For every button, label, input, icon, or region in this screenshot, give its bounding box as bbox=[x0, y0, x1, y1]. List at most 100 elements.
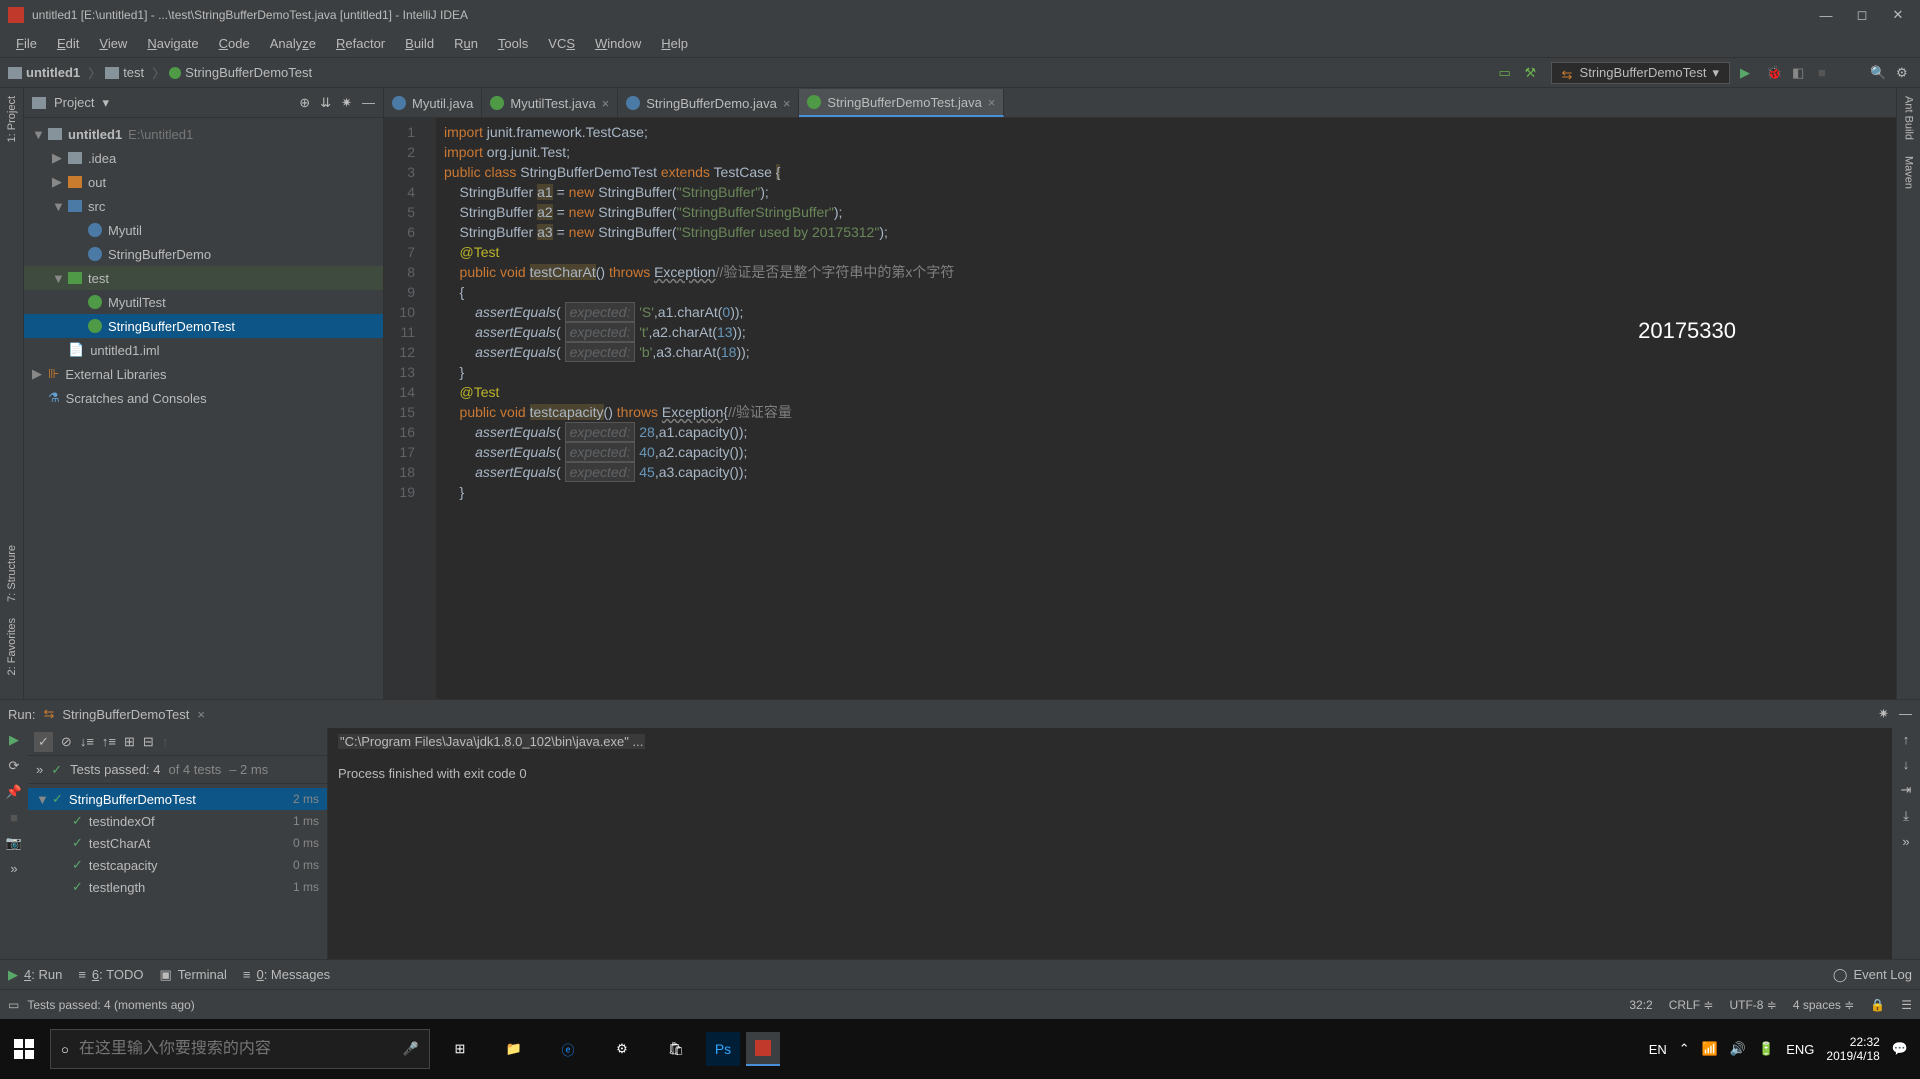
cancel-icon[interactable]: ⊘ bbox=[61, 734, 72, 750]
menu-analyze[interactable]: Analyze bbox=[262, 32, 324, 55]
menu-edit[interactable]: Edit bbox=[49, 32, 87, 55]
sort-icon2[interactable]: ↑≡ bbox=[102, 734, 116, 749]
stop-button[interactable]: ■ bbox=[10, 810, 18, 825]
tree-row[interactable]: 📄untitled1.iml bbox=[24, 338, 383, 362]
event-log[interactable]: Event Log bbox=[1853, 967, 1912, 982]
menu-icon[interactable]: ☰ bbox=[1901, 998, 1912, 1012]
run-button[interactable]: ▶ bbox=[1740, 65, 1756, 81]
breadcrumb-class[interactable]: StringBufferDemoTest bbox=[169, 65, 312, 80]
collapse-icon[interactable]: ⇊ bbox=[320, 95, 331, 111]
hide-icon[interactable]: — bbox=[1899, 706, 1912, 722]
encoding[interactable]: UTF-8 ≑ bbox=[1729, 998, 1776, 1012]
bottom-messages[interactable]: ≡0: Messages bbox=[243, 967, 330, 982]
bottom-run[interactable]: ▶4: Run bbox=[8, 967, 62, 983]
tool-favorites[interactable]: 2: Favorites bbox=[6, 618, 18, 675]
lang-indicator[interactable]: EN bbox=[1649, 1042, 1667, 1057]
screen-icon[interactable]: ▭ bbox=[1499, 65, 1515, 81]
taskview-icon[interactable]: ⊞ bbox=[436, 1025, 484, 1073]
down-arrow-icon[interactable]: ↓ bbox=[1903, 757, 1910, 772]
menu-refactor[interactable]: Refactor bbox=[328, 32, 393, 55]
tree-row[interactable]: StringBufferDemoTest bbox=[24, 314, 383, 338]
collapse-all-icon[interactable]: ⊟ bbox=[143, 734, 154, 750]
check-icon[interactable]: ✓ bbox=[34, 732, 53, 752]
sort-icon[interactable]: ↓≡ bbox=[80, 734, 94, 749]
wrap-icon[interactable]: ⇥ bbox=[1901, 782, 1912, 798]
tool-structure[interactable]: 7: Structure bbox=[6, 545, 18, 602]
editor-tab[interactable]: Myutil.java bbox=[384, 89, 482, 117]
intellij-icon[interactable] bbox=[746, 1032, 780, 1066]
lock-icon[interactable]: 🔒 bbox=[1870, 998, 1885, 1012]
test-row[interactable]: ✓testlength1 ms bbox=[28, 876, 327, 898]
tool-project[interactable]: 1: Project bbox=[6, 96, 18, 142]
search-icon[interactable]: 🔍 bbox=[1870, 65, 1886, 81]
run-tree[interactable]: ▼✓StringBufferDemoTest2 ms✓testindexOf1 … bbox=[28, 784, 327, 959]
event-log-icon[interactable]: ◯ bbox=[1833, 967, 1848, 983]
test-row[interactable]: ✓testindexOf1 ms bbox=[28, 810, 327, 832]
bottom-todo[interactable]: ≡6: TODO bbox=[78, 967, 143, 982]
tree-row[interactable]: ▼src bbox=[24, 194, 383, 218]
menu-run[interactable]: Run bbox=[446, 32, 486, 55]
ime-indicator[interactable]: ENG bbox=[1786, 1042, 1814, 1057]
tool-ant[interactable]: Ant Build bbox=[1903, 96, 1915, 140]
debug-button[interactable]: 🐞 bbox=[1766, 65, 1782, 81]
menu-help[interactable]: Help bbox=[653, 32, 696, 55]
start-button[interactable] bbox=[4, 1029, 44, 1069]
store-icon[interactable]: 🛍 bbox=[652, 1025, 700, 1073]
tree-row[interactable]: ▶⊪External Libraries bbox=[24, 362, 383, 386]
tree-row[interactable]: ▶.idea bbox=[24, 146, 383, 170]
editor-tab[interactable]: StringBufferDemoTest.java× bbox=[799, 89, 1004, 117]
caret-pos[interactable]: 32:2 bbox=[1629, 998, 1652, 1012]
tree-row[interactable]: ▶out bbox=[24, 170, 383, 194]
settings-icon[interactable]: ⚙ bbox=[1896, 65, 1912, 81]
coverage-button[interactable]: ◧ bbox=[1792, 65, 1808, 81]
gear-icon[interactable]: ✷ bbox=[341, 95, 352, 111]
menu-navigate[interactable]: Navigate bbox=[139, 32, 206, 55]
target-icon[interactable]: ⊕ bbox=[299, 95, 310, 111]
test-row[interactable]: ▼✓StringBufferDemoTest2 ms bbox=[28, 788, 327, 810]
toggle-icon[interactable]: ⟳ bbox=[9, 758, 20, 774]
close-tab-icon[interactable]: × bbox=[988, 95, 996, 110]
tree-row[interactable]: ⚗Scratches and Consoles bbox=[24, 386, 383, 410]
tree-row[interactable]: ▼test bbox=[24, 266, 383, 290]
gear-icon[interactable]: ✷ bbox=[1878, 706, 1889, 722]
volume-icon[interactable]: 🔊 bbox=[1730, 1041, 1746, 1057]
tree-row[interactable]: MyutilTest bbox=[24, 290, 383, 314]
breadcrumb-folder[interactable]: test bbox=[105, 65, 144, 80]
notifications-icon[interactable]: 💬 bbox=[1892, 1041, 1908, 1057]
rerun-button[interactable]: ▶ bbox=[9, 732, 19, 748]
stop-button[interactable]: ■ bbox=[1818, 65, 1834, 81]
up-arrow-icon[interactable]: ↑ bbox=[1903, 732, 1910, 747]
close-button[interactable]: ✕ bbox=[1892, 9, 1904, 21]
taskbar-search[interactable]: ○ 🎤 bbox=[50, 1029, 430, 1069]
pin-icon[interactable]: 📌 bbox=[6, 784, 22, 800]
menu-build[interactable]: Build bbox=[397, 32, 442, 55]
breadcrumb-root[interactable]: untitled1 bbox=[8, 65, 80, 80]
clock[interactable]: 22:322019/4/18 bbox=[1826, 1035, 1879, 1063]
close-tab-icon[interactable]: × bbox=[602, 96, 610, 111]
code-area[interactable]: 12345678910111213141516171819 import jun… bbox=[384, 118, 1896, 699]
expand-icon[interactable]: » bbox=[1902, 834, 1909, 849]
menu-tools[interactable]: Tools bbox=[490, 32, 536, 55]
test-row[interactable]: ✓testCharAt0 ms bbox=[28, 832, 327, 854]
editor-tab[interactable]: MyutilTest.java× bbox=[482, 89, 618, 117]
close-tab-icon[interactable]: × bbox=[197, 707, 205, 722]
camera-icon[interactable]: 📷 bbox=[6, 835, 22, 851]
mic-icon[interactable]: 🎤 bbox=[403, 1041, 419, 1057]
editor-tab[interactable]: StringBufferDemo.java× bbox=[618, 89, 799, 117]
hammer-icon[interactable]: ⚒ bbox=[1525, 65, 1541, 81]
tray-chevron-icon[interactable]: ⌃ bbox=[1679, 1041, 1690, 1057]
search-input[interactable] bbox=[79, 1040, 393, 1058]
line-sep[interactable]: CRLF ≑ bbox=[1669, 998, 1714, 1012]
edge-icon[interactable]: ⓔ bbox=[544, 1025, 592, 1073]
minimize-button[interactable]: — bbox=[1820, 9, 1832, 21]
explorer-icon[interactable]: 📁 bbox=[490, 1025, 538, 1073]
up-icon[interactable]: ↑ bbox=[162, 734, 169, 749]
indent[interactable]: 4 spaces ≑ bbox=[1793, 998, 1854, 1012]
tree-row[interactable]: StringBufferDemo bbox=[24, 242, 383, 266]
tool-maven[interactable]: Maven bbox=[1903, 156, 1915, 189]
expand-icon[interactable]: » bbox=[10, 861, 17, 876]
menu-view[interactable]: View bbox=[91, 32, 135, 55]
settings-icon[interactable]: ⚙ bbox=[598, 1025, 646, 1073]
wifi-icon[interactable]: 📶 bbox=[1702, 1041, 1718, 1057]
photoshop-icon[interactable]: Ps bbox=[706, 1032, 740, 1066]
